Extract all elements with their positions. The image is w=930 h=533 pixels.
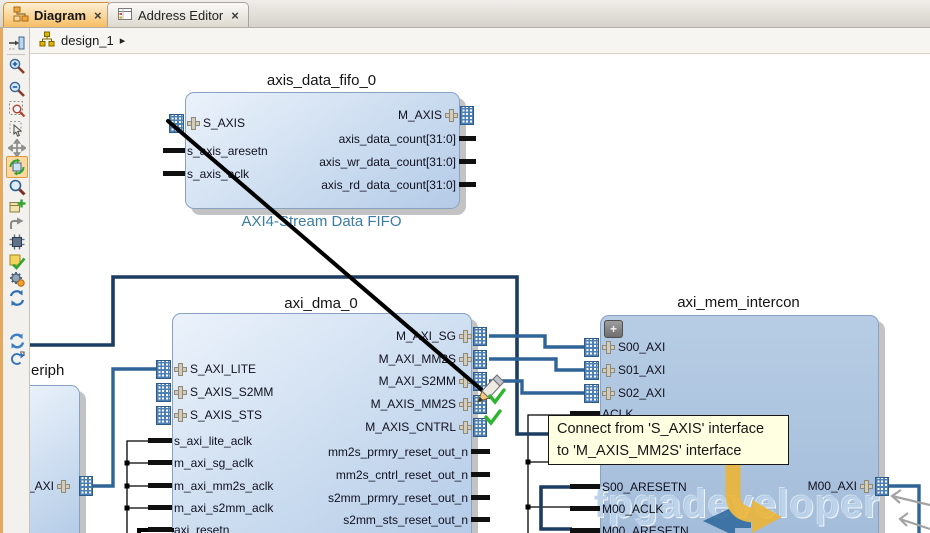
diagram-canvas[interactable]: eriph axis_data_fifo_0 AXI4-Stream Data … [0, 0, 930, 533]
breadcrumb-design-label[interactable]: design_1 [61, 33, 114, 48]
connection-overlay [166, 119, 506, 426]
reload-icon[interactable] [6, 348, 28, 370]
tooltip-line-1: Connect from 'S_AXIS' interface [557, 421, 765, 437]
address-editor-tab-icon [117, 6, 133, 25]
tooltip-line-2: to 'M_AXIS_MM2S' interface [557, 443, 742, 459]
zoom-out-icon[interactable] [6, 78, 28, 100]
tab-address-editor-label: Address Editor [138, 7, 224, 23]
check-icon [484, 409, 502, 426]
connection-tooltip: Connect from 'S_AXIS' interface to 'M_AX… [548, 415, 789, 465]
tab-diagram-label: Diagram [34, 7, 87, 23]
tab-address-editor-close-icon[interactable]: × [231, 8, 239, 23]
zoom-selection-icon[interactable] [6, 98, 28, 120]
rubber-band-connection[interactable] [166, 119, 492, 399]
tab-diagram[interactable]: Diagram × [3, 2, 112, 27]
tab-diagram-close-icon[interactable]: × [94, 8, 102, 23]
refresh-icon[interactable] [6, 287, 28, 309]
tab-address-editor[interactable]: Address Editor × [107, 2, 249, 27]
breadcrumb-arrow-icon[interactable]: ▸ [120, 34, 126, 47]
design-hierarchy-icon [39, 31, 55, 50]
diagram-toolbar [0, 28, 30, 533]
vivado-diagram-window: eriph axis_data_fifo_0 AXI4-Stream Data … [0, 0, 930, 533]
breadcrumb: design_1 ▸ [30, 28, 930, 54]
zoom-in-icon[interactable] [6, 55, 28, 77]
editor-tab-bar: Diagram × Address Editor × [0, 0, 930, 28]
diagram-tab-icon [13, 6, 29, 25]
regenerate-layout-icon[interactable] [6, 156, 28, 178]
collapse-panel-icon[interactable] [6, 32, 28, 54]
